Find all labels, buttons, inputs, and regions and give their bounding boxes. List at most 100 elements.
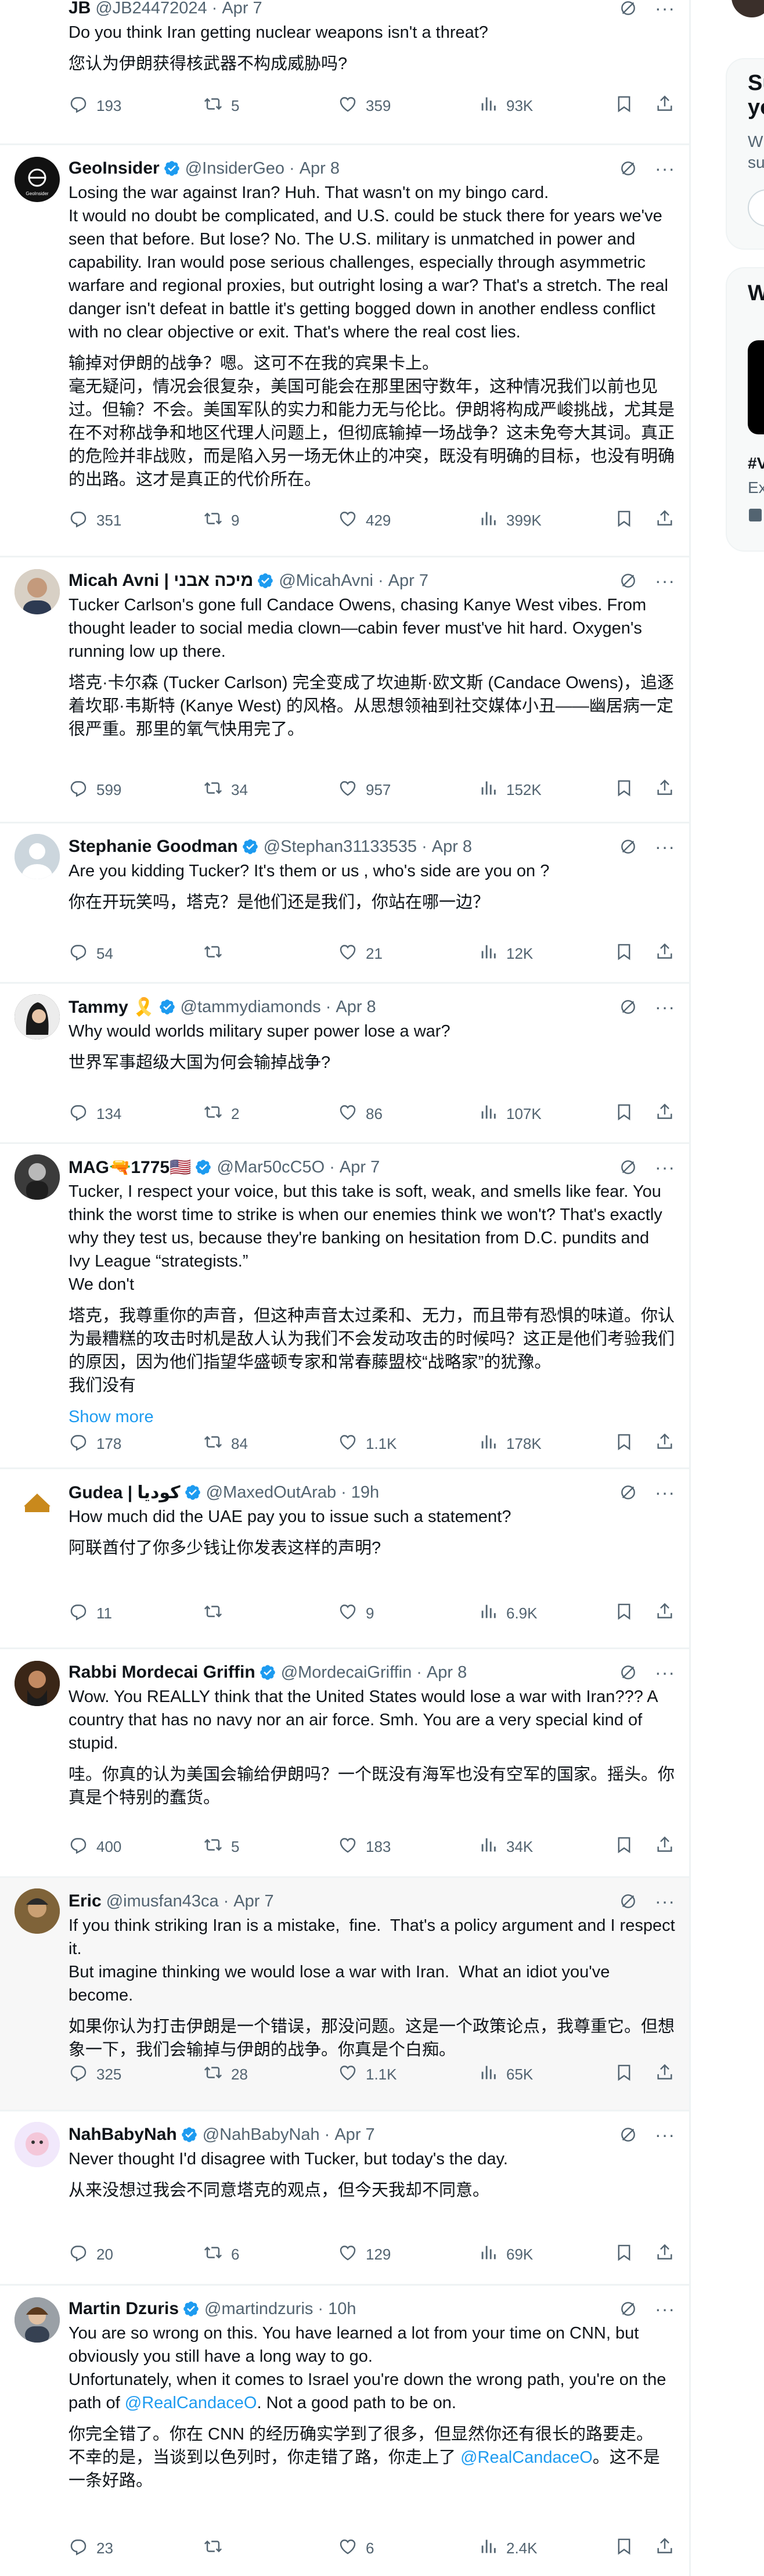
author-handle[interactable]: @Stephan31133535 [264, 837, 417, 857]
mention-link[interactable]: @RealCandaceO [460, 2448, 593, 2467]
avatar[interactable] [15, 834, 60, 879]
like-button[interactable]: 429 [338, 509, 391, 533]
author-handle[interactable]: @imusfan43ca [106, 1892, 219, 1911]
repost-button[interactable] [203, 2537, 231, 2560]
share-button[interactable] [655, 94, 675, 118]
views-button[interactable]: 34K [478, 1835, 533, 1859]
author-name[interactable]: JB [69, 0, 91, 18]
share-button[interactable] [655, 509, 675, 533]
author-handle[interactable]: @MicahAvni [279, 571, 373, 591]
author-name[interactable]: Martin Dzuris [69, 2299, 179, 2319]
repost-button[interactable]: 34 [203, 778, 248, 802]
avatar[interactable] [15, 1481, 60, 1526]
avatar[interactable] [15, 1888, 60, 1934]
tweet-date[interactable]: 19h [351, 1483, 379, 1502]
avatar[interactable] [15, 569, 60, 614]
reply-button[interactable]: 178 [69, 1432, 121, 1456]
tweet[interactable]: GeoInsider GeoInsider @InsiderGeo · Apr 8 ···… [0, 145, 689, 557]
share-button[interactable] [655, 1602, 675, 1625]
author-name[interactable]: NahBabyNah [69, 2125, 177, 2145]
tweet[interactable]: Micah Avni | מיכה אבני @MicahAvni · Apr 7 ··… [0, 557, 689, 823]
views-button[interactable]: 399K [478, 509, 542, 533]
repost-button[interactable]: 28 [203, 2063, 248, 2086]
reply-button[interactable]: 193 [69, 94, 121, 118]
like-button[interactable]: 183 [338, 1835, 391, 1859]
avatar[interactable] [15, 2297, 60, 2343]
tweet-date[interactable]: 10h [328, 2300, 356, 2319]
share-button[interactable] [655, 942, 675, 966]
like-button[interactable]: 9 [338, 1602, 374, 1625]
repost-button[interactable]: 2 [203, 1102, 239, 1126]
author-name[interactable]: Stephanie Goodman [69, 837, 238, 857]
grok-icon[interactable] [619, 2125, 637, 2144]
reply-button[interactable]: 599 [69, 778, 121, 802]
more-options-icon[interactable]: ··· [655, 837, 675, 856]
bookmark-button[interactable] [614, 2063, 634, 2086]
repost-button[interactable] [203, 942, 231, 966]
views-button[interactable]: 152K [478, 778, 542, 802]
repost-button[interactable]: 6 [203, 2243, 239, 2266]
share-button[interactable] [655, 2063, 675, 2086]
share-button[interactable] [655, 1835, 675, 1859]
bookmark-button[interactable] [614, 2537, 634, 2560]
trend-image[interactable] [748, 340, 764, 434]
tweet-date[interactable]: Apr 8 [427, 1663, 467, 1682]
tweet-date[interactable]: Apr 8 [432, 837, 472, 857]
avatar[interactable] [15, 1661, 60, 1706]
like-button[interactable]: 21 [338, 942, 383, 966]
bookmark-button[interactable] [614, 509, 634, 533]
grok-icon[interactable] [619, 159, 637, 178]
grok-icon[interactable] [619, 1483, 637, 1502]
tweet[interactable]: MAG🔫1775🇺🇸 @Mar50cC5O · Apr 7 ··· Tucker, I r… [0, 1144, 689, 1469]
more-options-icon[interactable]: ··· [655, 0, 675, 17]
share-button[interactable] [655, 1102, 675, 1126]
more-options-icon[interactable]: ··· [655, 2300, 675, 2318]
like-button[interactable]: 1.1K [338, 2063, 397, 2086]
author-name[interactable]: GeoInsider [69, 159, 160, 178]
tweet[interactable]: Tammy 🎗️ @tammydiamonds · Apr 8 ··· Why would… [0, 984, 689, 1144]
views-button[interactable]: 65K [478, 2063, 533, 2086]
views-button[interactable]: 69K [478, 2243, 533, 2266]
more-options-icon[interactable]: ··· [655, 571, 675, 590]
author-name[interactable]: Gudea | كوديا [69, 1483, 181, 1503]
trend-hashtag[interactable]: #V [748, 454, 764, 473]
repost-button[interactable]: 9 [203, 509, 239, 533]
grok-icon[interactable] [619, 1663, 637, 1682]
avatar[interactable]: GeoInsider [15, 157, 60, 202]
grok-icon[interactable] [619, 1158, 637, 1177]
author-handle[interactable]: @JB24472024 [95, 0, 207, 18]
reply-button[interactable]: 134 [69, 1102, 121, 1126]
author-handle[interactable]: @MaxedOutArab [206, 1483, 336, 1502]
more-options-icon[interactable]: ··· [655, 1663, 675, 1682]
more-options-icon[interactable]: ··· [655, 998, 675, 1016]
show-more-link[interactable]: Show more [69, 1405, 675, 1429]
author-handle[interactable]: @MordecaiGriffin [281, 1663, 412, 1682]
author-handle[interactable]: @martindzuris [204, 2300, 313, 2319]
more-options-icon[interactable]: ··· [655, 1158, 675, 1177]
bookmark-button[interactable] [614, 94, 634, 118]
repost-button[interactable]: 84 [203, 1432, 248, 1456]
bookmark-button[interactable] [614, 2243, 634, 2266]
views-button[interactable]: 107K [478, 1102, 542, 1126]
avatar[interactable] [15, 1154, 60, 1200]
more-options-icon[interactable]: ··· [655, 1892, 675, 1911]
share-button[interactable] [655, 1432, 675, 1456]
reply-button[interactable]: 20 [69, 2243, 113, 2266]
reply-button[interactable]: 23 [69, 2537, 113, 2560]
grok-icon[interactable] [619, 1892, 637, 1911]
tweet[interactable]: Gudea | كوديا @MaxedOutArab · 19h ··· How muc… [0, 1469, 689, 1649]
like-button[interactable]: 129 [338, 2243, 391, 2266]
tweet-date[interactable]: Apr 8 [300, 159, 340, 178]
more-options-icon[interactable]: ··· [655, 2125, 675, 2144]
avatar[interactable] [15, 994, 60, 1039]
reply-button[interactable]: 11 [69, 1602, 112, 1625]
share-button[interactable] [655, 778, 675, 802]
grok-icon[interactable] [619, 0, 637, 17]
author-name[interactable]: Rabbi Mordecai Griffin [69, 1663, 255, 1682]
like-button[interactable]: 86 [338, 1102, 383, 1126]
bookmark-button[interactable] [614, 778, 634, 802]
bookmark-button[interactable] [614, 1432, 634, 1456]
subscribe-button[interactable] [748, 189, 764, 226]
tweet-date[interactable]: Apr 7 [222, 0, 262, 18]
more-options-icon[interactable]: ··· [655, 159, 675, 178]
